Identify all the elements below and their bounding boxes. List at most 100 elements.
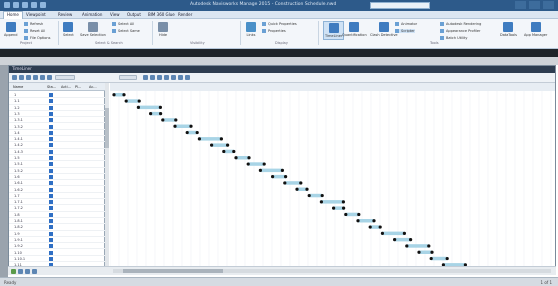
quick-properties-button[interactable]: Quick Properties [262,22,297,26]
appearance-profiler-button[interactable]: Appearance Profiler [440,29,480,33]
import-icon[interactable] [185,75,190,80]
col-status[interactable]: Sta... [47,85,56,89]
zoom-in-icon[interactable] [143,75,148,80]
open-file-icon[interactable] [22,2,28,8]
add-icon[interactable] [11,269,16,274]
file-options-button[interactable]: File Options [24,36,50,40]
gantt-bar[interactable] [382,231,405,236]
zoom-out-icon[interactable] [150,75,155,80]
batch-utility-button[interactable]: Batch Utility [440,36,467,40]
refresh-icon[interactable] [25,269,30,274]
datatools-button[interactable]: DataTools [500,22,517,37]
minimize-button[interactable] [515,1,526,9]
tab-animation[interactable]: Animation [82,12,102,17]
maximize-button[interactable] [529,1,540,9]
tab-home[interactable]: Home [3,11,23,19]
active-checkbox[interactable] [49,237,53,242]
active-checkbox[interactable] [49,130,53,135]
active-checkbox[interactable] [49,162,53,167]
tab-viewpoint[interactable]: Viewpoint [26,12,46,17]
append-button[interactable]: Append [4,22,17,37]
active-checkbox[interactable] [49,105,53,110]
undo-icon[interactable] [40,2,46,8]
gantt-bar[interactable] [175,124,191,129]
col-active[interactable]: Acti... [61,85,71,89]
app-manager-button[interactable]: App Manager [524,22,547,37]
clash-detective-button[interactable]: Clash Detective [370,22,398,37]
gantt-bar[interactable] [394,237,411,242]
attach-icon[interactable] [40,75,45,80]
active-checkbox[interactable] [49,168,53,173]
reset-all-button[interactable]: Reset All [24,29,45,33]
tab-bim360-glue[interactable]: BIM 360 Glue [148,12,175,17]
columns-dropdown[interactable] [55,75,75,80]
select-button[interactable]: Select [63,22,74,37]
active-checkbox[interactable] [49,256,53,261]
col-name[interactable]: Name [13,85,23,89]
auto-add-icon[interactable] [26,75,31,80]
active-checkbox[interactable] [49,206,53,211]
left-dock-bar[interactable] [0,65,8,277]
active-checkbox[interactable] [49,143,53,148]
show-actual-icon[interactable] [171,75,176,80]
gantt-bar[interactable] [358,219,374,223]
tab-review[interactable]: Review [58,12,72,17]
scripter-button[interactable]: Scripter [395,29,415,33]
active-checkbox[interactable] [49,181,53,186]
active-checkbox[interactable] [49,250,53,255]
gantt-bar[interactable] [321,200,344,204]
save-icon[interactable] [31,2,37,8]
active-checkbox[interactable] [49,219,53,223]
autodesk-rendering-button[interactable]: Autodesk Rendering [440,22,481,26]
tab-view[interactable]: View [110,12,120,17]
active-checkbox[interactable] [49,99,53,104]
active-checkbox[interactable] [49,111,53,116]
active-checkbox[interactable] [49,187,53,192]
scrollbar-thumb[interactable] [105,108,109,148]
gantt-bar[interactable] [406,244,429,248]
gantt-bar[interactable] [126,99,140,103]
show-planned-icon[interactable] [164,75,169,80]
active-checkbox[interactable] [49,149,53,154]
gantt-bar[interactable] [236,156,249,160]
new-file-icon[interactable] [13,2,19,8]
tab-render[interactable]: Render [178,12,192,17]
close-button[interactable] [543,1,554,9]
gantt-bar[interactable] [162,118,176,122]
gantt-hscrollbar[interactable] [113,269,551,273]
active-checkbox[interactable] [49,118,53,123]
quantification-button[interactable]: Quantification [342,22,367,37]
grid-scrollbar[interactable] [105,83,109,269]
gantt-bar[interactable] [199,137,222,141]
edit-icon[interactable] [18,269,23,274]
active-checkbox[interactable] [49,212,53,217]
refresh-button[interactable]: Refresh [24,22,43,26]
gantt-bar[interactable] [260,168,283,173]
export-icon[interactable] [178,75,183,80]
show-gantt-icon[interactable] [157,75,162,80]
save-selection-button[interactable]: Save Selection [80,22,106,37]
help-search-input[interactable] [370,2,430,9]
properties-button[interactable]: Properties [262,29,286,33]
viewport-divider[interactable] [0,57,558,65]
app-menu-icon[interactable] [4,2,10,8]
active-checkbox[interactable] [49,225,53,230]
gantt-bar[interactable] [419,250,432,255]
gantt-bar[interactable] [248,162,265,166]
zoom-dropdown[interactable] [119,75,137,80]
gantt-bar[interactable] [138,105,161,110]
active-checkbox[interactable] [49,231,53,236]
add-task-icon[interactable] [12,75,17,80]
col-planned[interactable]: Pl... [75,85,81,89]
active-checkbox[interactable] [49,137,53,142]
filter-icon[interactable] [47,75,52,80]
active-checkbox[interactable] [49,93,53,97]
gantt-bar[interactable] [345,212,359,217]
tab-output[interactable]: Output [127,12,141,17]
active-checkbox[interactable] [49,244,53,249]
active-checkbox[interactable] [49,124,53,129]
hide-button[interactable]: Hide [158,22,168,37]
active-checkbox[interactable] [49,174,53,179]
select-all-button[interactable]: Select All [112,22,134,26]
gantt-bar[interactable] [309,193,323,198]
